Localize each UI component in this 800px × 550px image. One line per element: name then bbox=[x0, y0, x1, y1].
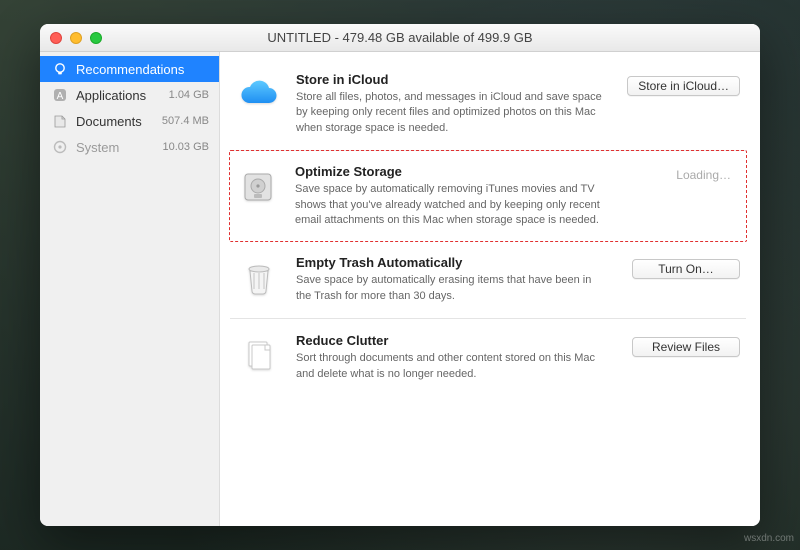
sidebar-item-size: 507.4 MB bbox=[162, 115, 209, 127]
minimize-window-button[interactable] bbox=[70, 32, 82, 44]
recommendation-title: Optimize Storage bbox=[295, 164, 609, 179]
recommendation-store-icloud: Store in iCloud Store all files, photos,… bbox=[230, 58, 746, 151]
recommendation-text: Optimize Storage Save space by automatic… bbox=[295, 164, 609, 228]
sidebar-item-system: System 10.03 GB bbox=[40, 134, 219, 160]
lightbulb-icon bbox=[52, 61, 68, 77]
close-window-button[interactable] bbox=[50, 32, 62, 44]
recommendation-description: Sort through documents and other content… bbox=[296, 351, 608, 382]
sidebar-item-label: Recommendations bbox=[76, 62, 184, 77]
turn-on-button[interactable]: Turn On… bbox=[632, 259, 740, 279]
sidebar-item-size: 1.04 GB bbox=[169, 89, 209, 101]
recommendation-description: Save space by automatically removing iTu… bbox=[295, 182, 609, 228]
sidebar-item-applications[interactable]: A Applications 1.04 GB bbox=[40, 82, 219, 108]
document-stack-icon bbox=[236, 333, 282, 379]
zoom-window-button[interactable] bbox=[90, 32, 102, 44]
recommendation-action: Turn On… bbox=[622, 255, 740, 279]
sidebar: Recommendations A Applications 1.04 GB D… bbox=[40, 52, 220, 526]
hard-drive-icon bbox=[235, 164, 281, 210]
recommendation-text: Reduce Clutter Sort through documents an… bbox=[296, 333, 608, 382]
recommendation-text: Store in iCloud Store all files, photos,… bbox=[296, 72, 608, 136]
recommendation-title: Empty Trash Automatically bbox=[296, 255, 608, 270]
store-in-icloud-button[interactable]: Store in iCloud… bbox=[627, 76, 740, 96]
review-files-button[interactable]: Review Files bbox=[632, 337, 740, 357]
recommendation-title: Store in iCloud bbox=[296, 72, 608, 87]
svg-text:A: A bbox=[57, 91, 64, 102]
icloud-icon bbox=[236, 72, 282, 118]
window-body: Recommendations A Applications 1.04 GB D… bbox=[40, 52, 760, 526]
documents-icon bbox=[52, 113, 68, 129]
recommendation-title: Reduce Clutter bbox=[296, 333, 608, 348]
recommendation-description: Save space by automatically erasing item… bbox=[296, 273, 608, 304]
recommendation-action: Review Files bbox=[622, 333, 740, 357]
sidebar-item-label: Documents bbox=[76, 114, 142, 129]
system-icon bbox=[52, 139, 68, 155]
recommendation-action: Store in iCloud… bbox=[622, 72, 740, 96]
recommendation-description: Store all files, photos, and messages in… bbox=[296, 90, 608, 136]
sidebar-item-size: 10.03 GB bbox=[163, 141, 209, 153]
recommendation-text: Empty Trash Automatically Save space by … bbox=[296, 255, 608, 304]
window-controls bbox=[50, 32, 102, 44]
recommendation-reduce-clutter: Reduce Clutter Sort through documents an… bbox=[230, 319, 746, 396]
applications-icon: A bbox=[52, 87, 68, 103]
titlebar: UNTITLED - 479.48 GB available of 499.9 … bbox=[40, 24, 760, 52]
sidebar-item-documents[interactable]: Documents 507.4 MB bbox=[40, 108, 219, 134]
watermark: wsxdn.com bbox=[744, 533, 794, 544]
sidebar-item-recommendations[interactable]: Recommendations bbox=[40, 56, 219, 82]
window-title: UNTITLED - 479.48 GB available of 499.9 … bbox=[40, 30, 760, 45]
trash-icon bbox=[236, 255, 282, 301]
sidebar-item-label: Applications bbox=[76, 88, 146, 103]
recommendation-empty-trash: Empty Trash Automatically Save space by … bbox=[230, 241, 746, 319]
recommendation-action: Loading… bbox=[623, 164, 741, 182]
storage-management-window: UNTITLED - 479.48 GB available of 499.9 … bbox=[40, 24, 760, 526]
recommendation-optimize-storage: Optimize Storage Save space by automatic… bbox=[229, 150, 747, 242]
loading-label: Loading… bbox=[666, 168, 741, 182]
sidebar-item-label: System bbox=[76, 140, 119, 155]
recommendations-pane: Store in iCloud Store all files, photos,… bbox=[220, 52, 760, 526]
